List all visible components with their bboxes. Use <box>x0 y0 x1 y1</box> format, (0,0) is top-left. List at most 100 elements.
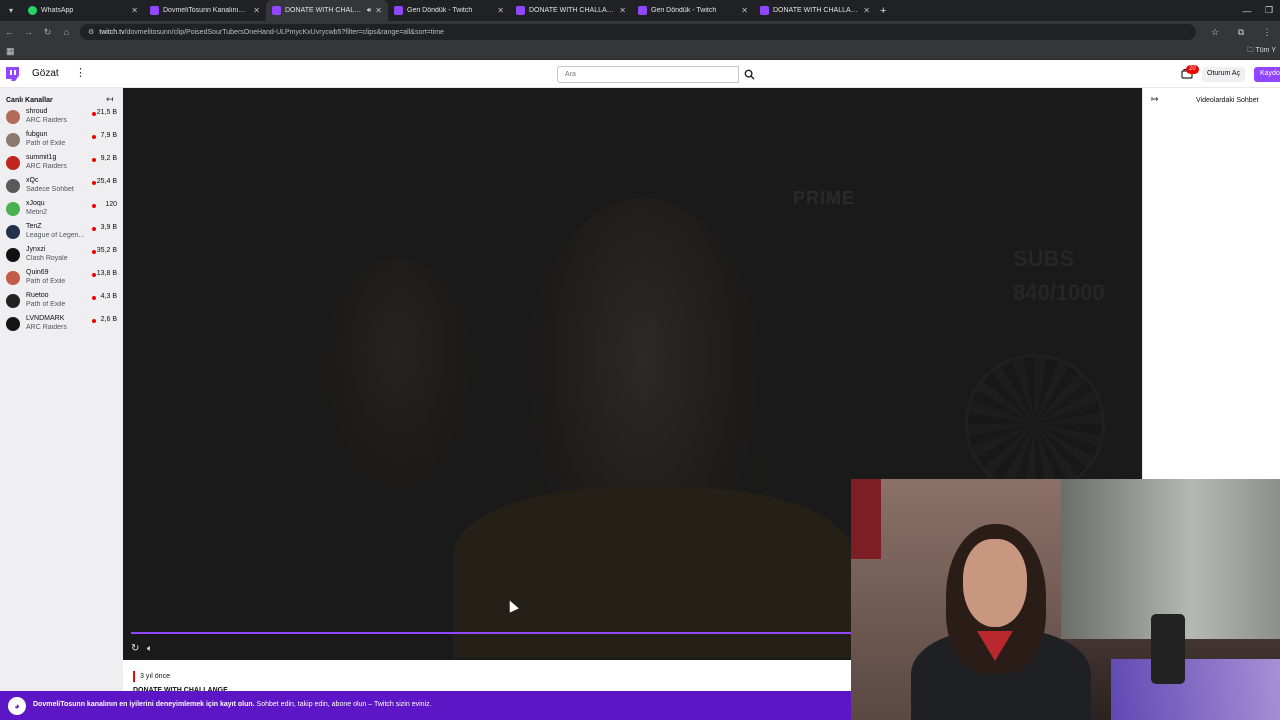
expand-chat-icon[interactable]: ↦ <box>1151 94 1159 105</box>
channel-item[interactable]: xQc Sadece Sohbet 25,4 B <box>0 175 123 198</box>
close-tab-icon[interactable]: ✕ <box>131 6 138 15</box>
facecam-speaker <box>1151 614 1185 684</box>
channel-avatar <box>6 225 20 239</box>
notification-badge: 20 <box>1186 65 1199 74</box>
replay-icon[interactable]: ↻ <box>131 643 139 654</box>
live-dot-icon <box>92 112 96 116</box>
profile-icon[interactable]: ⋮ <box>1254 21 1280 43</box>
tab-title: Geri Döndük - Twitch <box>407 7 473 14</box>
channel-game: Path of Exile <box>26 278 66 285</box>
url-host: twitch.tv <box>99 28 125 36</box>
reload-icon[interactable]: ↻ <box>38 21 57 43</box>
bookmark-star-icon[interactable]: ☆ <box>1202 21 1228 43</box>
signup-button[interactable]: Kaydol <box>1254 67 1280 82</box>
login-button[interactable]: Oturum Aç <box>1202 67 1246 82</box>
channel-viewers: 35,2 B <box>96 247 117 254</box>
window-controls: — ❐ <box>1236 0 1280 21</box>
browser-tab[interactable]: DONATE WITH CHALLANGE🔊︎ ✕ <box>266 0 388 21</box>
browse-link[interactable]: Gözat <box>32 68 59 79</box>
channel-item[interactable]: Ruetoo Path of Exile 4,3 B <box>0 290 123 313</box>
channel-item[interactable]: shroud ARC Raiders 21,5 B <box>0 106 123 129</box>
chat-panel: ↦ Videolardaki Sohbet <box>1142 88 1280 480</box>
channel-item[interactable]: summit1g ARC Raiders 9,2 B <box>0 152 123 175</box>
close-tab-icon[interactable]: ✕ <box>863 6 870 15</box>
extensions-icon[interactable]: ⧉ <box>1228 21 1254 43</box>
tab-title: DONATE WITH CHALLANGE - T <box>529 7 615 14</box>
browser-tab[interactable]: Geri Döndük - Twitch ✕ <box>388 0 510 21</box>
channel-viewers: 13,8 B <box>96 270 117 277</box>
channel-name: summit1g <box>26 154 57 161</box>
twitch-favicon-icon <box>516 6 525 15</box>
channel-avatar <box>6 248 20 262</box>
chat-title: Videolardaki Sohbet <box>1196 97 1259 104</box>
more-options-icon[interactable]: ⋮ <box>75 66 86 79</box>
channel-game: Path of Exile <box>26 140 66 147</box>
channel-item[interactable]: fubgun Path of Exile 7,9 B <box>0 129 123 152</box>
channel-avatar <box>6 294 20 308</box>
channel-name: Ruetoo <box>26 292 49 299</box>
channel-name: Jynxzi <box>26 246 46 253</box>
channel-avatar <box>6 110 20 124</box>
live-dot-icon <box>92 158 96 162</box>
channel-name: shroud <box>26 108 48 115</box>
close-tab-icon[interactable]: ✕ <box>253 6 260 15</box>
channel-game: Path of Exile <box>26 301 66 308</box>
tab-audio-icon[interactable]: 🔊︎ <box>367 7 371 15</box>
video-watermark-subs: SUBS <box>1013 246 1075 271</box>
sidebar-heading: Canlı Kanallar <box>6 97 53 104</box>
volume-icon[interactable]: 🔈︎ <box>147 643 152 654</box>
close-tab-icon[interactable]: ✕ <box>375 6 382 15</box>
channel-item[interactable]: Jynxzi Clash Royale 35,2 B <box>0 244 123 267</box>
browser-tab[interactable]: DONATE WITH CHALLANGE - T ✕ <box>754 0 876 21</box>
channel-avatar <box>6 179 20 193</box>
channel-game: Metin2 <box>26 209 48 216</box>
tab-search-icon[interactable]: ▾ <box>0 0 22 21</box>
forward-icon[interactable]: → <box>19 21 38 43</box>
video-wheel <box>965 354 1105 494</box>
apps-grid-icon[interactable]: ▦ <box>6 46 15 57</box>
channel-item[interactable]: xJoqu Metin2 120 <box>0 198 123 221</box>
channel-name: LVNDMARK <box>26 315 65 322</box>
channel-game: ARC Raiders <box>26 117 67 124</box>
twitch-top-nav: Gözat ⋮ Ara Oturum Aç Kaydol <box>0 60 1280 88</box>
collapse-sidebar-icon[interactable]: ↤ <box>106 94 114 105</box>
screen: ▾ WhatsApp✕DovmeliTosunn Kanalının Video… <box>0 0 1280 720</box>
home-icon[interactable]: ⌂ <box>57 21 76 43</box>
close-tab-icon[interactable]: ✕ <box>619 6 626 15</box>
channel-viewers: 2,6 B <box>100 316 117 323</box>
minimize-icon[interactable]: — <box>1236 0 1258 21</box>
browser-tab[interactable]: DovmeliTosunn Kanalının Video ✕ <box>144 0 266 21</box>
new-tab-icon[interactable]: + <box>880 5 886 17</box>
channel-viewers: 9,2 B <box>100 155 117 162</box>
signup-banner[interactable]: ◕ DovmeliTosunn kanalının en iyilerini d… <box>0 691 851 720</box>
whatsapp-favicon-icon <box>28 6 37 15</box>
twitch-logo-icon[interactable] <box>6 67 19 81</box>
browser-tab[interactable]: Geri Döndük - Twitch ✕ <box>632 0 754 21</box>
channel-item[interactable]: LVNDMARK ARC Raiders 2,6 B <box>0 313 123 336</box>
clip-accent-bar <box>133 671 135 682</box>
close-tab-icon[interactable]: ✕ <box>741 6 748 15</box>
channel-game: League of Legen... <box>26 232 85 239</box>
channel-item[interactable]: Quin69 Path of Exile 13,8 B <box>0 267 123 290</box>
live-dot-icon <box>92 250 96 254</box>
banner-text: DovmeliTosunn kanalının en iyilerini den… <box>33 701 432 708</box>
close-tab-icon[interactable]: ✕ <box>497 6 504 15</box>
browser-tab[interactable]: WhatsApp ✕ <box>22 0 144 21</box>
browser-tab-strip: ▾ WhatsApp✕DovmeliTosunn Kanalının Video… <box>0 0 1280 21</box>
tab-title: Geri Döndük - Twitch <box>651 7 717 14</box>
clip-age: 3 yıl önce <box>140 673 170 680</box>
live-dot-icon <box>92 319 96 323</box>
banner-rest-text: Sohbet edin, takip edin, abone olun – Tw… <box>254 701 432 708</box>
back-icon[interactable]: ← <box>0 21 19 43</box>
maximize-icon[interactable]: ❐ <box>1258 0 1280 21</box>
search-input[interactable]: Ara <box>557 66 739 83</box>
search-button[interactable] <box>740 66 758 83</box>
twitch-favicon-icon <box>638 6 647 15</box>
address-bar[interactable]: ⚙ twitch.tv /dovmelitosunn/clip/PoisedSo… <box>80 24 1196 40</box>
channel-item[interactable]: TenZ League of Legen... 3,9 B <box>0 221 123 244</box>
clip-info: 3 yıl önce DONATE WITH CHALLANGE <box>123 660 851 694</box>
browser-tab[interactable]: DONATE WITH CHALLANGE - T ✕ <box>510 0 632 21</box>
site-info-icon[interactable]: ⚙ <box>88 28 94 36</box>
channel-name: xJoqu <box>26 200 45 207</box>
all-bookmarks[interactable]: 🗀 Tüm Y <box>1247 46 1276 57</box>
